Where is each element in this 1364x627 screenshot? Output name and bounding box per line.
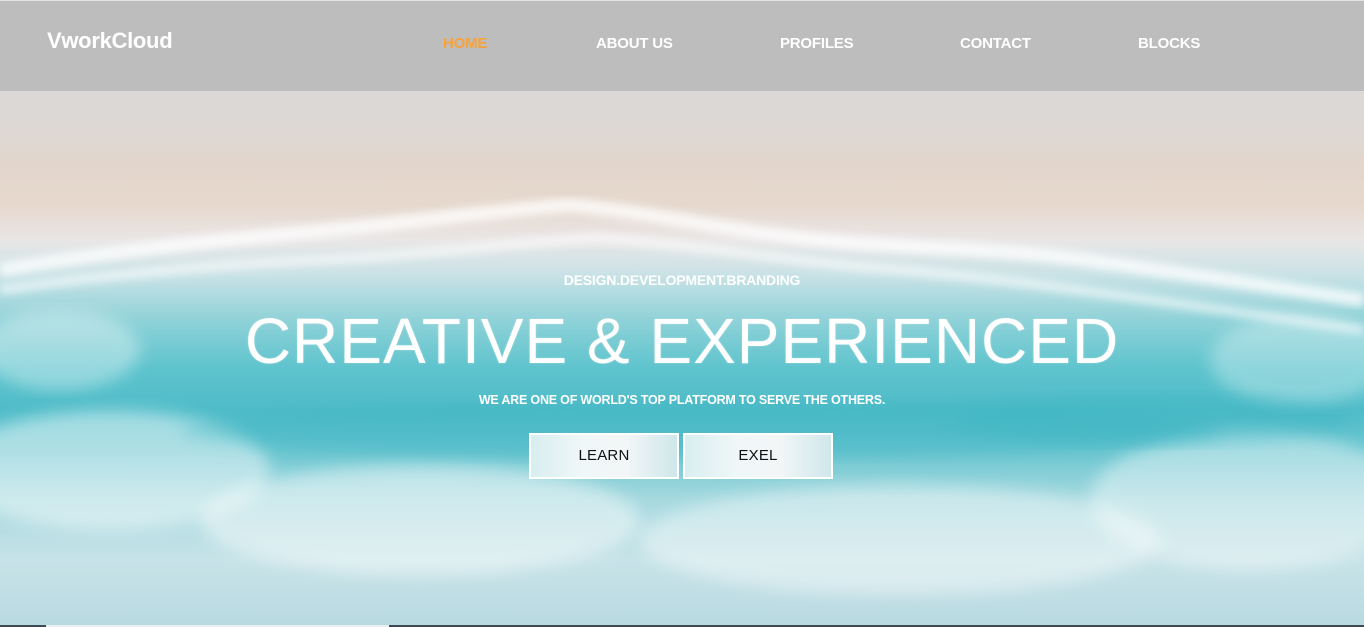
hero-headline: CREATIVE & EXPERIENCED <box>244 305 1120 377</box>
nav-profiles[interactable]: PROFILES <box>780 35 854 52</box>
nav-about-us[interactable]: ABOUT US <box>596 35 673 52</box>
nav-blocks[interactable]: BLOCKS <box>1138 35 1200 52</box>
brand-logo[interactable]: VworkCloud <box>47 28 173 54</box>
exel-button[interactable]: EXEL <box>683 433 833 479</box>
nav-contact[interactable]: CONTACT <box>960 35 1031 52</box>
top-navbar: VworkCloud HOME ABOUT US PROFILES CONTAC… <box>0 0 1364 91</box>
learn-button[interactable]: LEARN <box>529 433 679 479</box>
nav-home[interactable]: HOME <box>443 35 487 52</box>
hero-subline: WE ARE ONE OF WORLD'S TOP PLATFORM TO SE… <box>478 393 886 407</box>
hero-tagline: DESIGN.DEVELOPMENT.BRANDING <box>563 272 801 288</box>
